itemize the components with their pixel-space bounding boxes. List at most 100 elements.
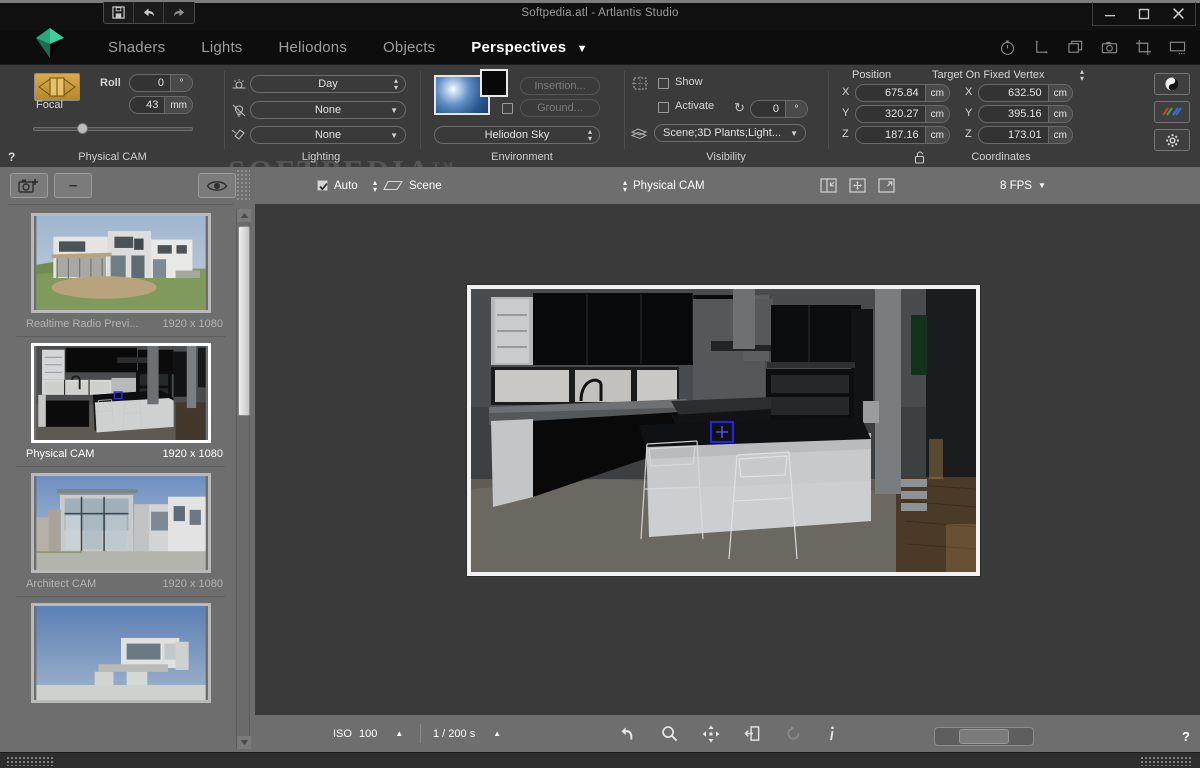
fit-icon[interactable]: [849, 178, 866, 193]
layers-dropdown[interactable]: Scene;3D Plants;Light... ▼: [654, 124, 806, 142]
viewport-canvas[interactable]: [255, 204, 1200, 715]
list-item[interactable]: Physical CAM 1920 x 1080: [8, 343, 233, 467]
auto-checkbox[interactable]: [317, 180, 328, 191]
auto-label: Auto: [334, 179, 358, 192]
status-grip-left: [6, 756, 54, 766]
position-x-unit: cm: [924, 85, 949, 101]
auto-toggle[interactable]: Auto: [317, 167, 358, 204]
artlantis-window: Softpedia.atl - Artlantis Studio Shaders…: [0, 0, 1200, 768]
scroll-up-arrow-icon[interactable]: [237, 209, 251, 222]
stepper-icon[interactable]: ▴ ▾: [588, 128, 592, 143]
angle-unit: °: [785, 101, 807, 117]
close-button[interactable]: [1161, 2, 1195, 25]
fps-selector[interactable]: 8 FPS ▼: [1000, 167, 1046, 204]
target-y-input[interactable]: 395.16 cm: [978, 105, 1073, 123]
info-icon[interactable]: [826, 725, 838, 742]
iso-control[interactable]: ISO 100 ▲: [333, 715, 403, 752]
roll-input[interactable]: 0 °: [129, 74, 193, 92]
thumbnail-exterior-blue: [30, 473, 211, 573]
position-z-input[interactable]: 187.16 cm: [855, 126, 950, 144]
copy-icon[interactable]: [1066, 38, 1084, 56]
zoom-icon[interactable]: [661, 725, 678, 742]
menu-item-shaders[interactable]: Shaders: [90, 39, 183, 56]
activate-checkbox[interactable]: [658, 102, 669, 113]
pan-icon[interactable]: [702, 725, 720, 743]
add-camera-icon[interactable]: [10, 173, 48, 198]
door-icon[interactable]: [744, 725, 761, 742]
camera-cone-icon[interactable]: [34, 73, 80, 101]
help-button[interactable]: ?: [1182, 729, 1190, 744]
chevron-down-icon[interactable]: ▼: [390, 131, 398, 140]
zoom-slider-handle[interactable]: [959, 729, 1009, 744]
target-stepper-icon[interactable]: ▴ ▾: [1080, 68, 1084, 83]
background-color-swatch[interactable]: [480, 69, 508, 97]
background-dropdown[interactable]: Heliodon Sky ▴ ▾: [434, 126, 600, 144]
shutter-stepper-icon[interactable]: ▲: [493, 729, 501, 738]
menu-item-lights[interactable]: Lights: [183, 39, 260, 56]
eye-icon[interactable]: [198, 173, 236, 198]
target-x-input[interactable]: 632.50 cm: [978, 84, 1073, 102]
chevron-down-icon[interactable]: ▼: [790, 129, 798, 138]
menu-item-objects[interactable]: Objects: [365, 39, 453, 56]
zoom-slider[interactable]: [934, 727, 1034, 746]
angle-input[interactable]: 0 °: [750, 100, 808, 118]
maximize-button[interactable]: [1127, 2, 1161, 25]
render-preview[interactable]: [467, 285, 980, 576]
color-strokes-icon[interactable]: [1154, 101, 1190, 123]
contrast-icon[interactable]: [1154, 73, 1190, 95]
position-x-value: 675.84: [885, 87, 919, 99]
redo-icon[interactable]: [164, 2, 194, 23]
lighting-neon-dropdown[interactable]: None ▼: [250, 126, 406, 144]
stepper-icon[interactable]: ▴ ▾: [394, 77, 398, 92]
focal-slider-handle[interactable]: [77, 123, 88, 134]
stepper-icon[interactable]: ▴ ▾: [373, 178, 377, 193]
menu-item-perspectives[interactable]: Perspectives ▼: [453, 39, 605, 56]
resize-grip[interactable]: [1140, 756, 1192, 766]
list-item[interactable]: Architect CAM 1920 x 1080: [8, 473, 233, 597]
position-z-axis-label: Z: [842, 128, 849, 140]
focal-slider[interactable]: [33, 123, 193, 134]
refresh-icon[interactable]: [785, 725, 802, 742]
roll-unit: °: [170, 75, 192, 91]
position-x-input[interactable]: 675.84 cm: [855, 84, 950, 102]
perspective-list[interactable]: Realtime Radio Previ... 1920 x 1080 Phys…: [8, 207, 233, 752]
sidebar-scrollbar[interactable]: [236, 209, 251, 749]
insertion-button[interactable]: Insertion...: [520, 77, 600, 95]
show-checkbox[interactable]: [658, 78, 669, 89]
chevron-down-icon[interactable]: ▼: [577, 43, 588, 55]
stepper-icon[interactable]: ▴ ▾: [623, 178, 627, 193]
minimize-button[interactable]: [1093, 2, 1127, 25]
list-item[interactable]: [8, 603, 233, 703]
target-z-input[interactable]: 173.01 cm: [978, 126, 1073, 144]
lighting-day-dropdown[interactable]: Day ▴ ▾: [250, 75, 406, 93]
window-icon[interactable]: [1168, 38, 1186, 56]
crop-icon[interactable]: [1134, 38, 1152, 56]
gear-icon[interactable]: [1154, 129, 1190, 151]
axis-icon[interactable]: [1032, 38, 1050, 56]
scrollbar-thumb[interactable]: [238, 226, 250, 416]
split-left-icon[interactable]: [820, 178, 837, 193]
camera-icon[interactable]: [1100, 38, 1118, 56]
ground-checkbox[interactable]: [502, 103, 513, 114]
list-item[interactable]: Realtime Radio Previ... 1920 x 1080: [8, 213, 233, 337]
focal-input[interactable]: 43 mm: [129, 96, 193, 114]
iso-stepper-icon[interactable]: ▲: [395, 729, 403, 738]
expand-icon[interactable]: [878, 178, 895, 193]
timer-icon[interactable]: [998, 38, 1016, 56]
menu-item-heliodons[interactable]: Heliodons: [261, 39, 366, 56]
position-y-input[interactable]: 320.27 cm: [855, 105, 950, 123]
ground-button[interactable]: Ground...: [520, 99, 600, 117]
scroll-down-arrow-icon[interactable]: [237, 736, 251, 749]
camera-selector[interactable]: ▴ ▾ Physical CAM: [623, 167, 705, 204]
chevron-down-icon[interactable]: ▼: [390, 106, 398, 115]
undo-icon[interactable]: [620, 726, 637, 742]
lighting-lamp-dropdown[interactable]: None ▼: [250, 101, 406, 119]
undo-icon[interactable]: [134, 2, 164, 23]
scene-selector[interactable]: ▴ ▾ Scene: [373, 167, 442, 204]
chevron-down-icon[interactable]: ▼: [1038, 181, 1046, 190]
shutter-control[interactable]: 1 / 200 s ▲: [433, 715, 501, 752]
panel-resize-grip[interactable]: [236, 169, 250, 201]
visibility-group: Show Activate ↻ 0 ° Scene;3D Plants;Ligh…: [626, 65, 826, 168]
save-icon[interactable]: [104, 2, 134, 23]
remove-camera-button[interactable]: –: [54, 173, 92, 198]
